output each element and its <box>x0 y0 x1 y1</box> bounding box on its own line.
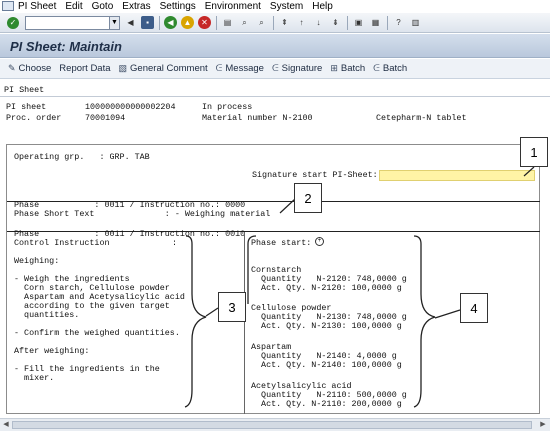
help-icon[interactable]: ? <box>392 16 405 29</box>
pointer-3 <box>205 307 219 317</box>
batch-label-1: Batch <box>340 63 366 74</box>
next-page-icon[interactable]: ↓ <box>312 16 325 29</box>
find-icon[interactable]: ⌕ <box>238 16 251 29</box>
horizontal-scrollbar[interactable]: ◀ ▶ <box>0 418 550 431</box>
save-icon[interactable]: ▪ <box>141 16 154 29</box>
binoculars-icon: ⊞ <box>330 63 338 73</box>
general-comment-label: General Comment <box>130 63 208 74</box>
annotation-overlay <box>184 166 535 408</box>
menu-settings[interactable]: Settings <box>160 1 196 12</box>
chevron-down-icon[interactable]: ▼ <box>109 16 119 29</box>
exit-icon[interactable]: ▲ <box>181 16 194 29</box>
pointer-1 <box>523 166 535 177</box>
scroll-thumb[interactable] <box>12 421 532 429</box>
back-arrow-icon[interactable]: ◀ <box>124 16 137 29</box>
menu-help[interactable]: Help <box>312 1 333 12</box>
brace-materials <box>413 235 436 408</box>
shortcut-icon[interactable]: ▦ <box>369 16 382 29</box>
toolbar-separator <box>387 15 388 30</box>
menu-extras[interactable]: Extras <box>122 1 150 12</box>
message-icon: ᕮ <box>215 63 223 73</box>
menu-environment[interactable]: Environment <box>205 1 261 12</box>
command-field[interactable]: ▼ <box>25 15 120 30</box>
report-data-button[interactable]: Report Data <box>59 63 110 74</box>
menu-bar: PI Sheet Edit Goto Extras Settings Envir… <box>0 0 550 12</box>
find-next-icon[interactable]: ⌕ <box>255 16 268 29</box>
new-session-icon[interactable]: ▣ <box>352 16 365 29</box>
choose-label: Choose <box>18 63 52 74</box>
message-button[interactable]: ᕮ Message <box>216 63 264 74</box>
page-title: PI Sheet: Maintain <box>10 39 122 54</box>
toolbar-separator <box>159 15 160 30</box>
cancel-icon[interactable]: ✕ <box>198 16 211 29</box>
brace-materials-left <box>247 235 257 304</box>
menu-pi-sheet[interactable]: PI Sheet <box>18 1 56 12</box>
last-page-icon[interactable]: ⇟ <box>329 16 342 29</box>
callout-2: 2 <box>294 183 322 213</box>
menu-goto[interactable]: Goto <box>92 1 114 12</box>
report-data-label: Report Data <box>59 63 111 74</box>
menu-system[interactable]: System <box>270 1 303 12</box>
general-comment-button[interactable]: ▧ General Comment <box>119 63 208 74</box>
message-label: Message <box>225 63 264 74</box>
toolbar-separator <box>216 15 217 30</box>
scroll-left-icon[interactable]: ◀ <box>1 420 11 430</box>
callout-4: 4 <box>460 293 488 323</box>
signature-label: Signature <box>281 63 323 74</box>
previous-page-icon[interactable]: ↑ <box>295 16 308 29</box>
choose-button[interactable]: ✎ Choose <box>8 63 51 74</box>
back-icon[interactable]: ◀ <box>164 16 177 29</box>
toolbar-separator <box>273 15 274 30</box>
callout-3: 3 <box>218 292 246 322</box>
sap-window-icon[interactable] <box>2 1 14 11</box>
layout-menu-icon[interactable]: ▥ <box>409 16 422 29</box>
print-icon[interactable]: ▤ <box>221 16 234 29</box>
first-page-icon[interactable]: ⇞ <box>278 16 291 29</box>
menu-edit[interactable]: Edit <box>65 1 82 12</box>
batch-button-2[interactable]: ᕮ Batch <box>373 63 407 74</box>
title-bar: PI Sheet: Maintain <box>0 34 550 58</box>
scroll-right-icon[interactable]: ▶ <box>538 420 548 430</box>
batch-label-2: Batch <box>382 63 408 74</box>
application-toolbar: ✎ Choose Report Data ▧ General Comment ᕮ Me… <box>0 59 550 79</box>
pointer-4 <box>434 309 461 319</box>
screen-area: PI Sheet PI sheet 100000000000002204 In … <box>0 80 550 431</box>
batch-button-1[interactable]: ⊞ Batch <box>330 63 365 74</box>
enter-icon[interactable]: ✓ <box>7 16 19 29</box>
signature-icon: ᕮ <box>271 63 279 73</box>
pointer-2 <box>279 198 296 214</box>
comment-icon: ▧ <box>118 63 128 73</box>
toolbar-separator <box>347 15 348 30</box>
batch-link-icon: ᕮ <box>373 63 380 73</box>
signature-button[interactable]: ᕮ Signature <box>272 63 322 74</box>
standard-toolbar: ✓ ▼ ◀ ▪ ◀ ▲ ✕ ▤ ⌕ ⌕ ⇞ ↑ ↓ ⇟ ▣ ▦ ? ▥ <box>0 13 550 33</box>
callout-1: 1 <box>520 137 548 167</box>
pencil-icon: ✎ <box>8 63 16 73</box>
brace-instructions <box>184 235 207 408</box>
